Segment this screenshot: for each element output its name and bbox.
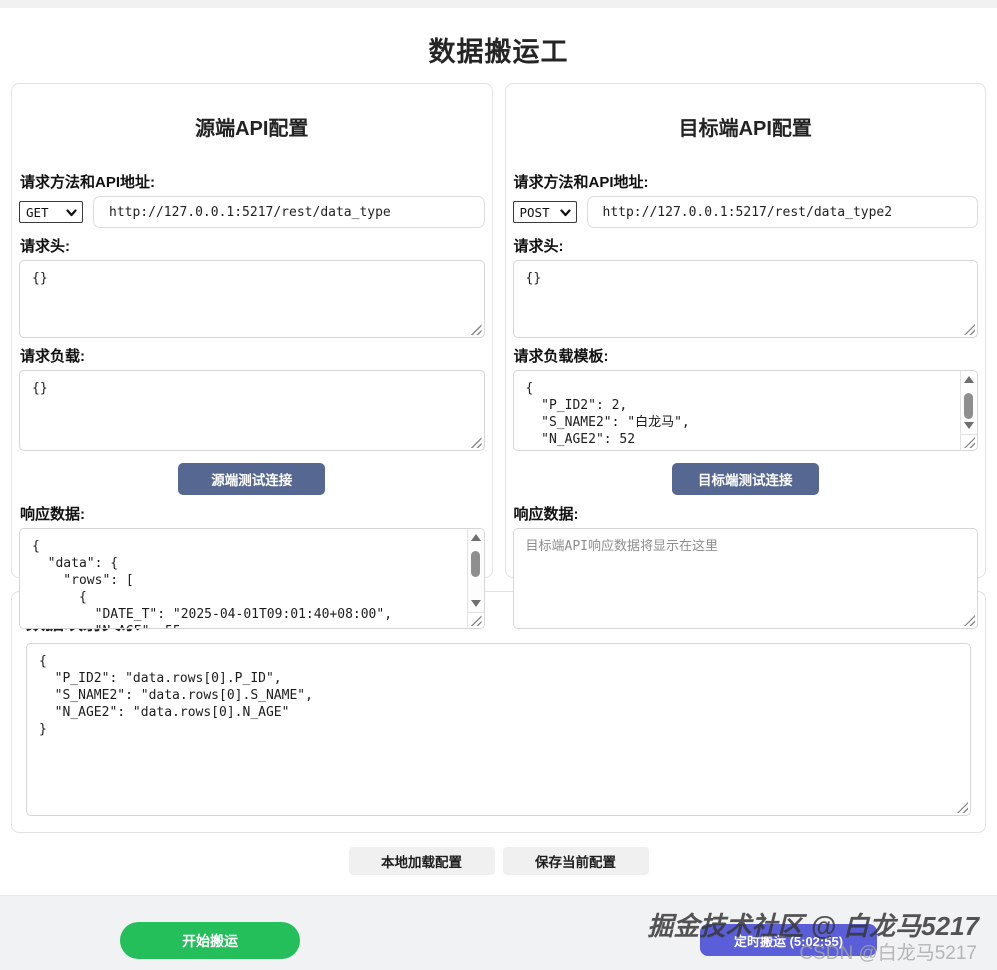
target-payload-label: 请求负载模板: [514, 345, 978, 366]
target-response-label: 响应数据: [514, 503, 978, 524]
scrollbar-thumb[interactable] [471, 551, 480, 577]
target-method-select[interactable]: POST [513, 201, 577, 223]
scroll-down-icon[interactable] [471, 600, 481, 607]
source-response-label: 响应数据: [20, 503, 484, 524]
target-method-value: POST [520, 205, 550, 220]
source-response-textarea[interactable]: { "data": { "rows": [ { "DATE_T": "2025-… [19, 528, 485, 629]
load-config-button[interactable]: 本地加载配置 [349, 847, 495, 875]
source-headers-label: 请求头: [20, 235, 484, 256]
source-method-label: 请求方法和API地址: [20, 171, 484, 192]
page-title: 数据搬运工 [0, 30, 997, 69]
target-method-label: 请求方法和API地址: [514, 171, 978, 192]
footer: 开始搬运 定时搬运 (5:02:55) 掘金技术社区 @ 白龙马5217 CSD… [0, 895, 997, 970]
scroll-corner [467, 612, 484, 628]
resize-grip-icon[interactable] [964, 437, 975, 448]
target-test-connection-button[interactable]: 目标端测试连接 [672, 463, 819, 495]
target-headers-label: 请求头: [514, 235, 978, 256]
panels-container: 源端API配置 请求方法和API地址: GET 请求头: {} 请求负载: {}… [11, 83, 986, 578]
target-headers-textarea[interactable]: {} [513, 260, 979, 338]
scrollbar[interactable] [960, 371, 977, 434]
mapping-textarea[interactable]: { "P_ID2": "data.rows[0].P_ID", "S_NAME2… [26, 643, 971, 816]
target-response-textarea[interactable]: 目标端API响应数据将显示在这里 [513, 528, 979, 629]
resize-grip-icon[interactable] [964, 615, 975, 626]
target-panel-title: 目标端API配置 [513, 112, 979, 141]
scrollbar[interactable] [467, 529, 484, 612]
target-response-placeholder: 目标端API响应数据将显示在这里 [514, 529, 978, 564]
top-strip [0, 0, 997, 8]
resize-grip-icon[interactable] [964, 324, 975, 335]
chevron-down-icon [560, 205, 571, 220]
source-headers-textarea[interactable]: {} [19, 260, 485, 338]
resize-grip-icon[interactable] [471, 324, 482, 335]
source-payload-value: {} [20, 371, 484, 406]
target-url-input[interactable] [587, 196, 979, 228]
start-transfer-button[interactable]: 开始搬运 [120, 922, 300, 959]
mapping-value: { "P_ID2": "data.rows[0].P_ID", "S_NAME2… [27, 644, 970, 747]
scroll-up-icon[interactable] [964, 376, 974, 383]
source-test-connection-button[interactable]: 源端测试连接 [178, 463, 325, 495]
scroll-corner [960, 434, 977, 450]
source-payload-label: 请求负载: [20, 345, 484, 366]
source-method-select[interactable]: GET [19, 201, 83, 223]
target-panel: 目标端API配置 请求方法和API地址: POST 请求头: {} 请求负载模板… [505, 83, 987, 578]
target-payload-textarea[interactable]: { "P_ID2": 2, "S_NAME2": "白龙马", "N_AGE2"… [513, 370, 979, 451]
target-headers-value: {} [514, 261, 978, 296]
resize-grip-icon[interactable] [471, 615, 482, 626]
scheduled-transfer-button[interactable]: 定时搬运 (5:02:55) [700, 924, 877, 956]
scrollbar-thumb[interactable] [964, 393, 973, 419]
source-panel: 源端API配置 请求方法和API地址: GET 请求头: {} 请求负载: {}… [11, 83, 493, 578]
config-buttons-row: 本地加载配置 保存当前配置 [0, 847, 997, 875]
source-panel-title: 源端API配置 [19, 112, 485, 141]
source-payload-textarea[interactable]: {} [19, 370, 485, 451]
source-response-value: { "data": { "rows": [ { "DATE_T": "2025-… [20, 529, 484, 629]
resize-grip-icon[interactable] [471, 437, 482, 448]
scroll-down-icon[interactable] [964, 422, 974, 429]
chevron-down-icon [66, 205, 77, 220]
scroll-up-icon[interactable] [471, 534, 481, 541]
source-url-input[interactable] [93, 196, 485, 228]
source-headers-value: {} [20, 261, 484, 296]
source-method-value: GET [26, 205, 49, 220]
save-config-button[interactable]: 保存当前配置 [503, 847, 649, 875]
resize-grip-icon[interactable] [957, 802, 968, 813]
target-payload-value: { "P_ID2": 2, "S_NAME2": "白龙马", "N_AGE2"… [514, 371, 978, 451]
